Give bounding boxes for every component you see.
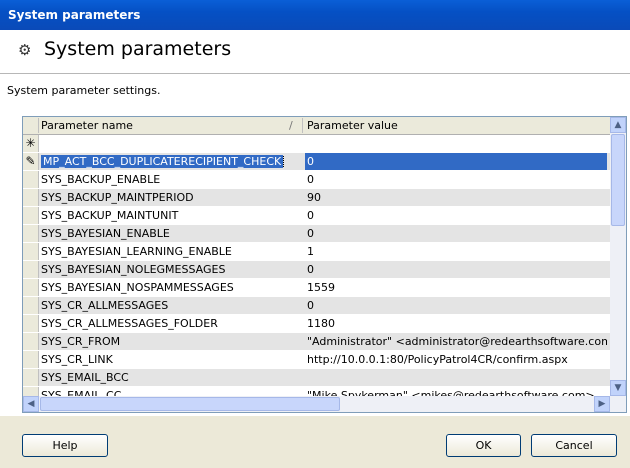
vertical-scrollbar[interactable]: ▲ ▼ bbox=[610, 117, 626, 396]
help-button[interactable]: Help bbox=[22, 434, 108, 457]
parameter-name-text: SYS_EMAIL_BCC bbox=[41, 371, 129, 384]
table-row[interactable]: SYS_BAYESIAN_NOSPAMMESSAGES 1559 bbox=[23, 279, 610, 297]
cancel-button[interactable]: Cancel bbox=[531, 434, 617, 457]
page-title: System parameters bbox=[44, 38, 232, 60]
page-subtitle: System parameter settings. bbox=[7, 84, 161, 97]
row-selector[interactable] bbox=[23, 243, 39, 260]
parameter-value-cell[interactable]: 0 bbox=[307, 173, 607, 186]
parameter-value-cell[interactable]: 90 bbox=[307, 191, 607, 204]
parameter-value-cell[interactable]: http://10.0.0.1:80/PolicyPatrol4CR/confi… bbox=[307, 353, 607, 366]
scroll-down-icon[interactable]: ▼ bbox=[610, 380, 626, 396]
row-selector[interactable] bbox=[23, 315, 39, 332]
new-row[interactable]: ✳ bbox=[23, 135, 610, 153]
row-selector[interactable] bbox=[23, 171, 39, 188]
parameter-name-cell[interactable]: SYS_CR_LINK bbox=[41, 353, 303, 366]
table-row[interactable]: ✎ MP_ACT_BCC_DUPLICATERECIPIENT_CHECK 0 bbox=[23, 153, 610, 171]
table-row[interactable]: SYS_BACKUP_MAINTPERIOD 90 bbox=[23, 189, 610, 207]
column-separator bbox=[302, 118, 303, 133]
parameter-name-cell[interactable]: SYS_CR_ALLMESSAGES_FOLDER bbox=[41, 317, 303, 330]
parameter-name-text: SYS_BAYESIAN_NOSPAMMESSAGES bbox=[41, 281, 234, 294]
edit-row-icon[interactable]: ✎ bbox=[23, 153, 39, 170]
parameter-name-cell[interactable]: SYS_BAYESIAN_ENABLE bbox=[41, 227, 303, 240]
row-selector[interactable] bbox=[23, 351, 39, 368]
parameter-name-cell[interactable]: SYS_EMAIL_BCC bbox=[41, 371, 303, 384]
parameter-value-cell[interactable]: 0 bbox=[307, 227, 607, 240]
row-selector[interactable] bbox=[23, 297, 39, 314]
parameter-name-cell[interactable]: MP_ACT_BCC_DUPLICATERECIPIENT_CHECK bbox=[41, 155, 303, 168]
column-header-value[interactable]: Parameter value bbox=[307, 119, 398, 132]
parameter-name-text: SYS_BAYESIAN_LEARNING_ENABLE bbox=[41, 245, 232, 258]
row-selector[interactable] bbox=[23, 261, 39, 278]
table-row[interactable]: SYS_CR_ALLMESSAGES_FOLDER 1180 bbox=[23, 315, 610, 333]
table-row[interactable]: SYS_CR_LINK http://10.0.0.1:80/PolicyPatr… bbox=[23, 351, 610, 369]
parameter-name-text: SYS_CR_FROM bbox=[41, 335, 121, 348]
table-row[interactable]: SYS_BACKUP_MAINTUNIT 0 bbox=[23, 207, 610, 225]
column-separator bbox=[38, 118, 39, 133]
parameter-value-cell[interactable]: 1559 bbox=[307, 281, 607, 294]
row-selector[interactable] bbox=[23, 189, 39, 206]
table-row[interactable]: SYS_CR_ALLMESSAGES 0 bbox=[23, 297, 610, 315]
dialog-body: System parameter settings. Parameter nam… bbox=[0, 74, 630, 416]
table-row[interactable]: SYS_BAYESIAN_NOLEGMESSAGES 0 bbox=[23, 261, 610, 279]
parameter-name-cell[interactable]: SYS_BAYESIAN_NOLEGMESSAGES bbox=[41, 263, 303, 276]
scroll-left-icon[interactable]: ◀ bbox=[23, 396, 39, 412]
scroll-right-icon[interactable]: ▶ bbox=[594, 396, 610, 412]
row-selector[interactable] bbox=[23, 333, 39, 350]
parameter-name-cell[interactable]: SYS_BACKUP_MAINTUNIT bbox=[41, 209, 303, 222]
row-selector[interactable] bbox=[23, 225, 39, 242]
parameter-name-text: SYS_BACKUP_ENABLE bbox=[41, 173, 161, 186]
window-title: System parameters bbox=[8, 8, 141, 22]
parameter-name-cell[interactable]: SYS_BAYESIAN_LEARNING_ENABLE bbox=[41, 245, 303, 258]
sort-indicator-icon: / bbox=[289, 119, 293, 132]
parameter-value-cell[interactable]: 0 bbox=[305, 153, 607, 170]
gear-icon: ⚙ bbox=[18, 41, 32, 59]
table-row[interactable]: SYS_BAYESIAN_ENABLE 0 bbox=[23, 225, 610, 243]
dialog-header: ⚙ System parameters bbox=[0, 30, 630, 74]
column-header-name[interactable]: Parameter name bbox=[41, 119, 133, 132]
dialog-footer: Help OK Cancel bbox=[0, 416, 630, 468]
parameter-name-cell[interactable]: SYS_BAYESIAN_NOSPAMMESSAGES bbox=[41, 281, 303, 294]
parameter-value-cell[interactable]: 1 bbox=[307, 245, 607, 258]
parameter-value-cell[interactable]: 0 bbox=[307, 263, 607, 276]
new-row-icon: ✳ bbox=[23, 135, 39, 152]
parameter-value-cell[interactable]: 0 bbox=[307, 209, 607, 222]
table-row[interactable]: SYS_BAYESIAN_LEARNING_ENABLE 1 bbox=[23, 243, 610, 261]
parameter-name-text: SYS_CR_LINK bbox=[41, 353, 113, 366]
row-selector[interactable] bbox=[23, 279, 39, 296]
table-row[interactable]: SYS_CR_FROM "Administrator" <administrato… bbox=[23, 333, 610, 351]
parameter-name-text: SYS_BACKUP_MAINTPERIOD bbox=[41, 191, 194, 204]
parameter-name-cell[interactable]: SYS_BACKUP_ENABLE bbox=[41, 173, 303, 186]
table-header: Parameter name / Parameter value bbox=[23, 117, 610, 135]
parameter-name-text: SYS_CR_ALLMESSAGES_FOLDER bbox=[41, 317, 218, 330]
table-row[interactable]: SYS_EMAIL_BCC bbox=[23, 369, 610, 387]
parameter-name-cell[interactable]: SYS_CR_ALLMESSAGES bbox=[41, 299, 303, 312]
parameter-name-text: SYS_BAYESIAN_NOLEGMESSAGES bbox=[41, 263, 226, 276]
row-selector[interactable] bbox=[23, 369, 39, 386]
scroll-up-icon[interactable]: ▲ bbox=[610, 117, 626, 133]
parameter-name-cell[interactable]: SYS_BACKUP_MAINTPERIOD bbox=[41, 191, 303, 204]
parameter-value-cell[interactable]: "Administrator" <administrator@redearths… bbox=[307, 335, 607, 348]
parameter-name-text: SYS_CR_ALLMESSAGES bbox=[41, 299, 169, 312]
horizontal-scroll-thumb[interactable] bbox=[40, 397, 340, 411]
parameter-name-text: SYS_BACKUP_MAINTUNIT bbox=[41, 209, 179, 222]
row-selector[interactable] bbox=[23, 207, 39, 224]
vertical-scroll-thumb[interactable] bbox=[611, 134, 625, 226]
parameter-name-text: SYS_BAYESIAN_ENABLE bbox=[41, 227, 170, 240]
parameters-grid[interactable]: Parameter name / Parameter value ✳ ✎ MP_A… bbox=[22, 116, 627, 413]
horizontal-scrollbar[interactable]: ◀ ▶ bbox=[23, 396, 626, 412]
window-titlebar: System parameters bbox=[0, 0, 630, 30]
parameter-name-text: MP_ACT_BCC_DUPLICATERECIPIENT_CHECK bbox=[41, 155, 285, 168]
parameter-value-cell[interactable]: 1180 bbox=[307, 317, 607, 330]
table-row[interactable]: SYS_BACKUP_ENABLE 0 bbox=[23, 171, 610, 189]
parameter-name-cell[interactable]: SYS_CR_FROM bbox=[41, 335, 303, 348]
parameter-value-cell[interactable]: 0 bbox=[307, 299, 607, 312]
ok-button[interactable]: OK bbox=[446, 434, 521, 457]
